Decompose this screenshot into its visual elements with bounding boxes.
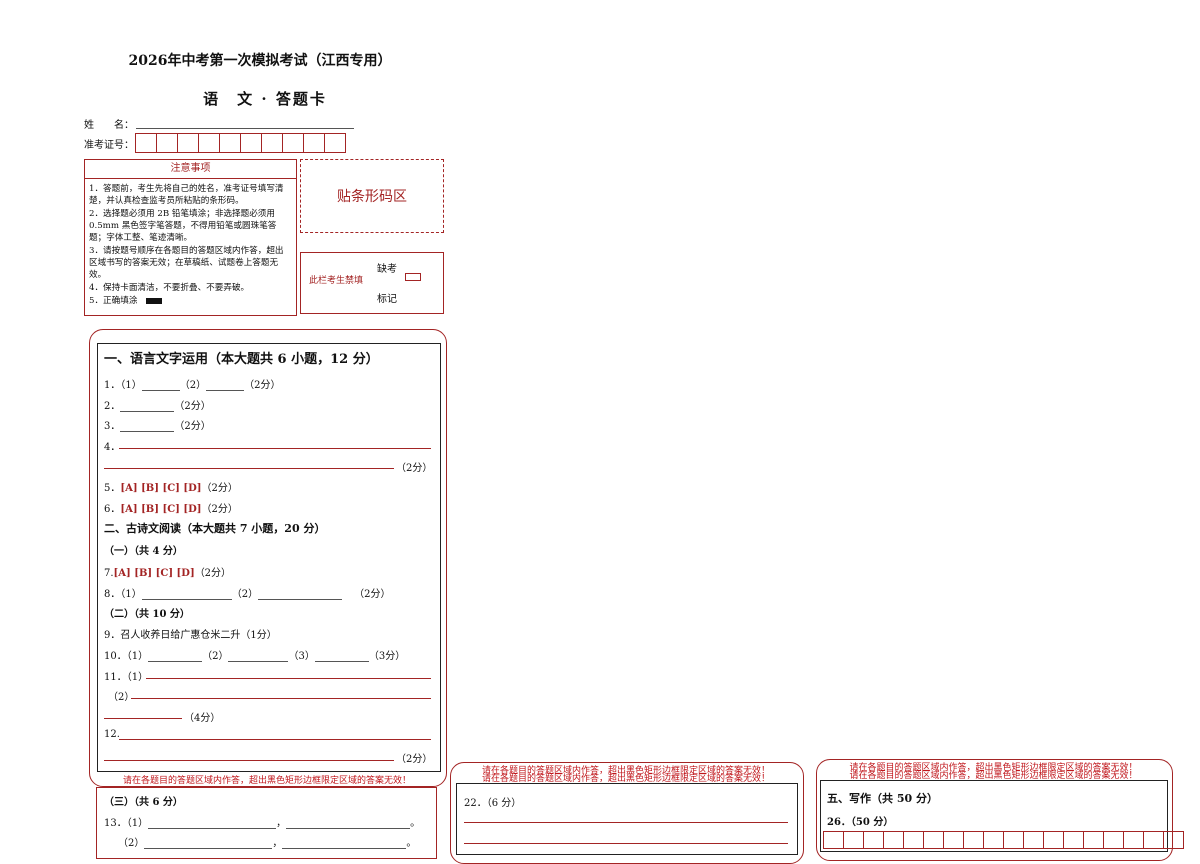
notice-item: 2．选择题必须用 2B 铅笔填涂；非选择题必须用 0.5mm 黑色签字笔答题，不… xyxy=(89,209,277,243)
section5-heading: 五、写作（共 50 分） xyxy=(827,792,938,805)
choice-options[interactable]: [A] [B] [C] [D] xyxy=(114,568,195,579)
question-11-part2: （2） xyxy=(108,692,135,703)
id-number-boxes[interactable] xyxy=(135,133,346,153)
question-7: 7.[A] [B] [C] [D]（2分） xyxy=(104,568,232,579)
question-4-label: 4． xyxy=(104,442,121,453)
notice-item: 1．答题前，考生先将自己的姓名，准考证号填写清楚，并认真检查监考员所粘贴的条形码… xyxy=(89,184,284,206)
question-3: 3． （2分） xyxy=(104,421,211,432)
question-1: 1．（1） （2） （2分） xyxy=(104,380,281,391)
question-4-score: （2分） xyxy=(396,463,433,474)
question-13-1: 13．（1），。 xyxy=(104,818,421,829)
answer-line[interactable] xyxy=(119,448,431,449)
blank[interactable] xyxy=(282,838,407,849)
blank[interactable] xyxy=(258,589,343,600)
section2-heading: 二、古诗文阅读（本大题共 7 小题，20 分） xyxy=(104,522,326,535)
answer-line[interactable] xyxy=(104,760,394,761)
absent-note: 此栏考生禁填 xyxy=(309,276,364,286)
choice-options[interactable]: [A] [B] [C] [D] xyxy=(120,504,201,515)
name-field[interactable] xyxy=(136,128,354,129)
blank[interactable] xyxy=(141,589,232,600)
question-2: 2． （2分） xyxy=(104,401,211,412)
question-11-score: （4分） xyxy=(184,713,221,724)
question-9: 9．召人收养日给广惠仓米二升（1分） xyxy=(104,630,277,641)
blank[interactable] xyxy=(144,838,273,849)
blank[interactable] xyxy=(141,380,180,391)
id-label: 准考证号： xyxy=(84,140,134,151)
question-13-2: （2），。 xyxy=(118,838,417,849)
question-12-score: （2分） xyxy=(396,754,433,765)
name-label: 姓 名： xyxy=(84,120,134,131)
question-8: 8．（1） （2） （2分） xyxy=(104,589,391,600)
absent-top: 缺考 xyxy=(377,264,397,275)
notice-item: 4．保持卡面清洁，不要折叠、不要弄破。 xyxy=(89,283,250,293)
blank[interactable] xyxy=(120,401,175,412)
essay-grid[interactable] xyxy=(823,831,1184,849)
answer-line[interactable] xyxy=(131,698,431,699)
answer-line[interactable] xyxy=(104,718,182,719)
blank[interactable] xyxy=(206,380,245,391)
question-5: 5．[A] [B] [C] [D]（2分） xyxy=(104,483,238,494)
blank[interactable] xyxy=(228,651,289,662)
blank[interactable] xyxy=(120,421,175,432)
barcode-area: 贴条形码区 xyxy=(300,159,444,233)
question-11-label: 11．（1） xyxy=(104,672,149,683)
answer-line[interactable] xyxy=(464,822,788,823)
question-26: 26．（50 分） xyxy=(827,817,894,828)
question-22: 22．（6 分） xyxy=(464,798,522,809)
page-title: 2026年中考第一次模拟考试（江西专用） xyxy=(128,53,392,69)
blank[interactable] xyxy=(148,651,203,662)
answer-line[interactable] xyxy=(464,843,788,844)
absent-bottom: 标记 xyxy=(377,294,397,305)
blank[interactable] xyxy=(148,818,277,829)
notice-item: 5．正确填涂 xyxy=(89,295,292,307)
blank[interactable] xyxy=(314,651,369,662)
choice-options[interactable]: [A] [B] [C] [D] xyxy=(120,483,201,494)
section3-part3: （三）（共 6 分） xyxy=(104,797,183,808)
answer-line[interactable] xyxy=(146,678,431,679)
section2-part1: （一）（共 4 分） xyxy=(104,546,183,557)
answer-line[interactable] xyxy=(104,468,394,469)
filled-mark-sample xyxy=(146,297,163,304)
notice-item: 3．请按题号顺序在各题目的答题区域内作答，超出区域书写的答案无效；在草稿纸、试题… xyxy=(89,246,284,280)
question-10: 10．（1） （2） （3） （3分） xyxy=(104,651,406,662)
warning-text: 请在各题目的答题区域内作答，超出黑色矩形边框限定区域的答案无效！ xyxy=(122,776,411,786)
notice-box: 注意事项 1．答题前，考生先将自己的姓名，准考证号填写清楚，并认真检查监考员所粘… xyxy=(84,159,297,316)
question-12-label: 12. xyxy=(104,729,120,740)
absent-box: 此栏考生禁填 缺考 标记 xyxy=(300,252,444,314)
question-6: 6．[A] [B] [C] [D]（2分） xyxy=(104,504,238,515)
section2-part2: （二）（共 10 分） xyxy=(104,609,190,620)
answer-line[interactable] xyxy=(119,739,431,740)
page-subtitle: 语 文 · 答题卡 xyxy=(203,90,327,108)
notice-heading: 注意事项 xyxy=(85,160,296,179)
section1-heading: 一、语言文字运用（本大题共 6 小题，12 分） xyxy=(104,352,379,367)
absent-checkbox[interactable] xyxy=(405,273,421,281)
blank[interactable] xyxy=(286,818,411,829)
